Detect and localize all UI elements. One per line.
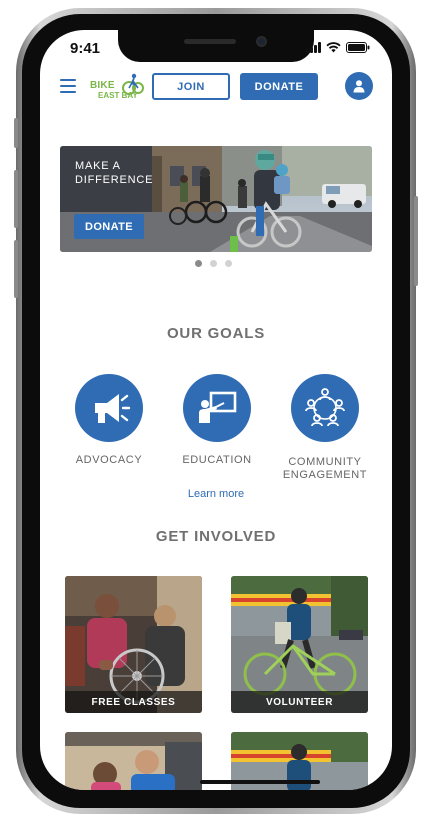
battery-icon	[346, 42, 370, 53]
notch	[118, 30, 314, 62]
goal-community-engagement[interactable]: COMMUNITY ENGAGEMENT	[270, 374, 380, 482]
goal-community-badge	[291, 374, 359, 442]
status-time: 9:41	[70, 40, 101, 57]
goal-community-label: COMMUNITY ENGAGEMENT	[282, 456, 368, 481]
side-button-volume-down	[14, 240, 18, 298]
app-header: BIKE EAST BAY JOIN DONATE	[40, 70, 392, 106]
card-volunteer-label: VOLUNTEER	[231, 691, 368, 713]
hero-headline: MAKE A DIFFERENCE	[75, 160, 154, 186]
wifi-icon	[326, 42, 341, 53]
phone-screen: 9:41 BIKE EAST BAY JOIN DONATE MAKE A DI…	[40, 30, 392, 790]
user-icon	[353, 80, 365, 93]
goal-advocacy-badge	[75, 374, 143, 442]
side-button-power	[414, 196, 418, 286]
card-free-classes-label: FREE CLASSES	[65, 691, 202, 713]
bike-east-bay-logo[interactable]: BIKE EAST BAY	[88, 72, 144, 102]
goal-advocacy[interactable]: ADVOCACY	[54, 374, 164, 467]
speaker-grille	[184, 39, 236, 44]
goal-advocacy-label: ADVOCACY	[75, 454, 143, 466]
community-network-icon	[305, 388, 345, 427]
account-avatar[interactable]	[345, 72, 373, 100]
side-button-volume-up	[14, 170, 18, 228]
carousel-dot-2[interactable]	[210, 260, 217, 267]
goal-education[interactable]: EDUCATION	[162, 374, 272, 467]
hamburger-menu-icon[interactable]	[60, 79, 76, 93]
join-button[interactable]: JOIN	[152, 73, 230, 100]
card-partial-left[interactable]	[65, 732, 202, 790]
status-icons	[306, 42, 370, 53]
teacher-board-icon	[199, 391, 237, 423]
people-photo	[65, 732, 202, 790]
megaphone-icon	[95, 394, 131, 423]
logo-text-bike: BIKE	[90, 80, 115, 91]
our-goals-heading: OUR GOALS	[166, 325, 266, 342]
logo-text-east-bay: EAST BAY	[98, 91, 138, 100]
card-volunteer[interactable]: VOLUNTEER	[231, 576, 368, 713]
carousel-dot-3[interactable]	[225, 260, 232, 267]
front-camera	[256, 36, 267, 47]
get-involved-heading: GET INVOLVED	[155, 528, 277, 545]
goal-education-label: EDUCATION	[182, 454, 252, 466]
hero-banner[interactable]: MAKE A DIFFERENCE DONATE	[60, 146, 372, 252]
hero-donate-button[interactable]: DONATE	[74, 214, 144, 239]
learn-more-link[interactable]: Learn more	[40, 488, 392, 500]
side-button-mute	[14, 118, 18, 148]
header-donate-button[interactable]: DONATE	[240, 73, 318, 100]
carousel-dots	[195, 260, 232, 267]
goal-education-badge	[183, 374, 251, 442]
home-indicator[interactable]	[200, 780, 320, 784]
card-free-classes[interactable]: FREE CLASSES	[65, 576, 202, 713]
cellular-signal-icon	[306, 42, 321, 53]
carousel-dot-1[interactable]	[195, 260, 202, 267]
